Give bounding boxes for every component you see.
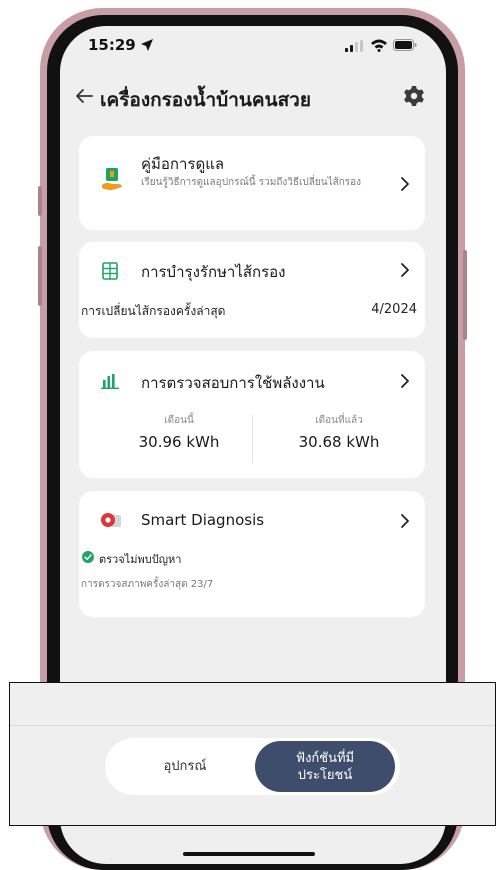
check-circle-icon	[82, 551, 94, 563]
care-guide-title: คู่มือการดูแล	[141, 155, 225, 173]
energy-monitoring-title: การตรวจสอบการใช้พลังงาน	[141, 374, 325, 392]
back-arrow-icon[interactable]	[74, 86, 94, 106]
smart-diagnosis-card[interactable]: Smart Diagnosis ตรวจไม่พบปัญหา การตรวจสภ…	[79, 491, 425, 617]
wifi-icon	[371, 39, 387, 52]
this-month-value: 30.96 kWh	[138, 433, 220, 451]
side-button	[463, 250, 467, 340]
smart-diagnosis-title: Smart Diagnosis	[141, 511, 265, 529]
filter-grid-icon	[102, 262, 118, 280]
last-diagnosis-date: การตรวจสภาพครั้งล่าสุด 23/7	[81, 579, 214, 590]
hand-book-icon	[102, 168, 122, 190]
tab-useful-features-label: ฟังก์ชันที่มีประโยชน์	[295, 750, 355, 783]
side-button	[38, 246, 42, 306]
diagnosis-icon	[101, 513, 121, 527]
battery-icon	[393, 39, 417, 51]
overlay-divider	[10, 725, 495, 726]
this-month-label: เดือนนี้	[164, 415, 194, 426]
last-month-value: 30.68 kWh	[298, 433, 380, 451]
home-indicator	[183, 852, 315, 856]
care-guide-subtitle: เรียนรู้วิธีการดูแลอุปกรณ์นี้ รวมถึงวิธี…	[141, 177, 362, 188]
filter-maintenance-card[interactable]: การบำรุงรักษาไส้กรอง การเปลี่ยนไส้กรองคร…	[79, 242, 425, 338]
last-month-label: เดือนที่แล้ว	[315, 415, 363, 426]
tab-devices[interactable]: อุปกรณ์	[115, 738, 255, 795]
chevron-right-icon	[401, 514, 409, 528]
last-filter-change-label: การเปลี่ยนไส้กรองครั้งล่าสุด	[81, 304, 226, 318]
tab-useful-features[interactable]: ฟังก์ชันที่มีประโยชน์	[255, 741, 395, 792]
status-bar: 15:29	[60, 26, 446, 66]
diagnosis-status: ตรวจไม่พบปัญหา	[99, 553, 182, 566]
bottom-tab-bar: อุปกรณ์ ฟังก์ชันที่มีประโยชน์	[105, 738, 400, 795]
filter-maintenance-title: การบำรุงรักษาไส้กรอง	[141, 263, 286, 281]
energy-monitoring-card[interactable]: การตรวจสอบการใช้พลังงาน เดือนนี้ 30.96 k…	[79, 351, 425, 478]
chevron-right-icon	[401, 374, 409, 388]
chevron-right-icon	[401, 263, 409, 277]
app-header: เครื่องกรองน้ำบ้านคนสวย	[60, 76, 446, 116]
signal-icon	[345, 40, 363, 52]
care-guide-card[interactable]: คู่มือการดูแล เรียนรู้วิธีการดูแลอุปกรณ์…	[79, 136, 425, 230]
side-button	[38, 186, 42, 216]
last-filter-change-value: 4/2024	[371, 302, 417, 317]
page-title: เครื่องกรองน้ำบ้านคนสวย	[100, 89, 311, 111]
energy-divider	[252, 415, 253, 463]
status-time: 15:29	[88, 36, 136, 54]
bar-chart-icon	[101, 374, 119, 389]
gear-icon[interactable]	[403, 85, 425, 107]
chevron-right-icon	[401, 177, 409, 191]
location-arrow-icon	[141, 39, 153, 51]
